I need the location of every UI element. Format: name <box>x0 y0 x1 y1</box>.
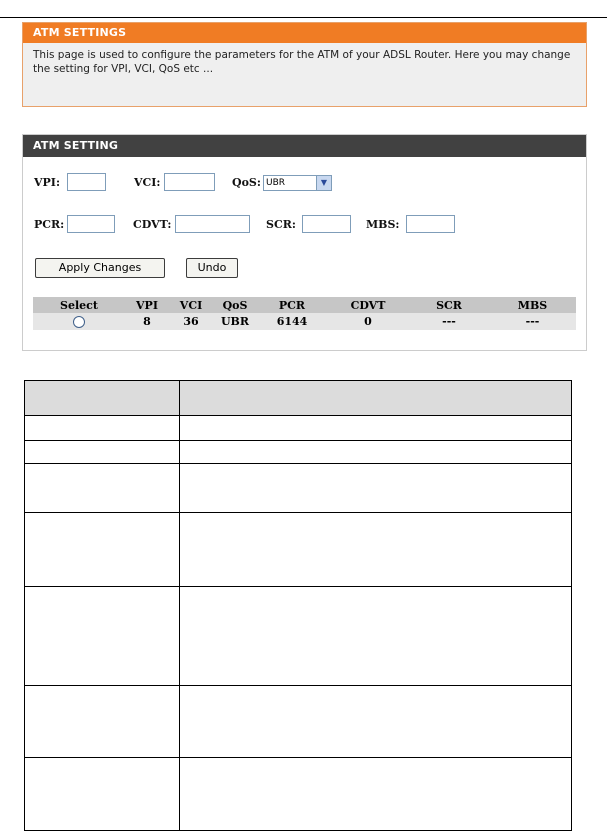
mbs-input[interactable] <box>406 215 455 233</box>
vpi-label: VPI: <box>34 176 61 189</box>
table-row <box>24 757 572 831</box>
col-header-qos: QoS <box>213 297 257 313</box>
col-header-pcr: PCR <box>257 297 327 313</box>
page-top-rule <box>0 17 607 18</box>
col-header-scr: SCR <box>409 297 489 313</box>
pcr-label: PCR: <box>34 218 65 231</box>
table-row: 8 36 UBR 6144 0 --- --- <box>33 313 576 330</box>
vpi-input[interactable] <box>67 173 106 191</box>
table-row <box>24 512 572 587</box>
table-cell <box>24 586 180 686</box>
panel-title: ATM SETTING <box>23 135 586 157</box>
qos-selected-value: UBR <box>266 178 286 188</box>
table-cell <box>179 586 572 686</box>
cdvt-input[interactable] <box>175 215 250 233</box>
col-header-cdvt: CDVT <box>327 297 409 313</box>
page-description: This page is used to configure the param… <box>33 49 571 75</box>
table-cell <box>179 512 572 587</box>
table-cell <box>24 440 180 464</box>
table-cell <box>24 685 180 758</box>
radio-button-icon[interactable] <box>73 316 85 328</box>
chevron-down-icon[interactable]: ▼ <box>316 176 331 190</box>
cdvt-cell: 0 <box>327 313 409 330</box>
table-cell <box>179 440 572 464</box>
col-header-select: Select <box>33 297 125 313</box>
cdvt-label: CDVT: <box>133 218 172 231</box>
vci-cell: 36 <box>169 313 213 330</box>
qos-select[interactable]: UBR ▼ <box>263 175 332 191</box>
mbs-label: MBS: <box>366 218 400 231</box>
table-cell <box>24 512 180 587</box>
vpi-cell: 8 <box>125 313 169 330</box>
scr-label: SCR: <box>266 218 296 231</box>
qos-label: QoS: <box>232 176 261 189</box>
vci-input[interactable] <box>164 173 215 191</box>
apply-changes-button[interactable]: Apply Changes <box>35 258 165 278</box>
table-row <box>24 415 572 441</box>
page-title: ATM SETTINGS <box>23 23 586 43</box>
description-table-header <box>24 380 572 416</box>
atm-settings-card: ATM SETTINGS This page is used to config… <box>22 22 587 107</box>
table-row <box>24 463 572 513</box>
undo-button[interactable]: Undo <box>186 258 238 278</box>
select-cell <box>33 313 125 330</box>
col-header-mbs: MBS <box>489 297 576 313</box>
qos-cell: UBR <box>213 313 257 330</box>
col-header-vci: VCI <box>169 297 213 313</box>
scr-cell: --- <box>409 313 489 330</box>
table-cell <box>179 685 572 758</box>
pcr-cell: 6144 <box>257 313 327 330</box>
table-cell <box>179 463 572 513</box>
description-header-cell <box>24 380 180 416</box>
vci-label: VCI: <box>134 176 161 189</box>
vc-table-header-row: Select VPI VCI QoS PCR CDVT SCR MBS <box>33 297 576 313</box>
description-table <box>24 380 572 831</box>
col-header-vpi: VPI <box>125 297 169 313</box>
table-cell <box>179 757 572 831</box>
mbs-cell: --- <box>489 313 576 330</box>
table-row <box>24 586 572 686</box>
pcr-input[interactable] <box>67 215 115 233</box>
table-cell <box>179 415 572 441</box>
table-row <box>24 440 572 464</box>
vc-table: Select VPI VCI QoS PCR CDVT SCR MBS 8 36… <box>33 297 576 330</box>
table-cell <box>24 757 180 831</box>
table-cell <box>24 463 180 513</box>
scr-input[interactable] <box>302 215 351 233</box>
description-header-cell <box>179 380 572 416</box>
table-row <box>24 685 572 758</box>
table-cell <box>24 415 180 441</box>
